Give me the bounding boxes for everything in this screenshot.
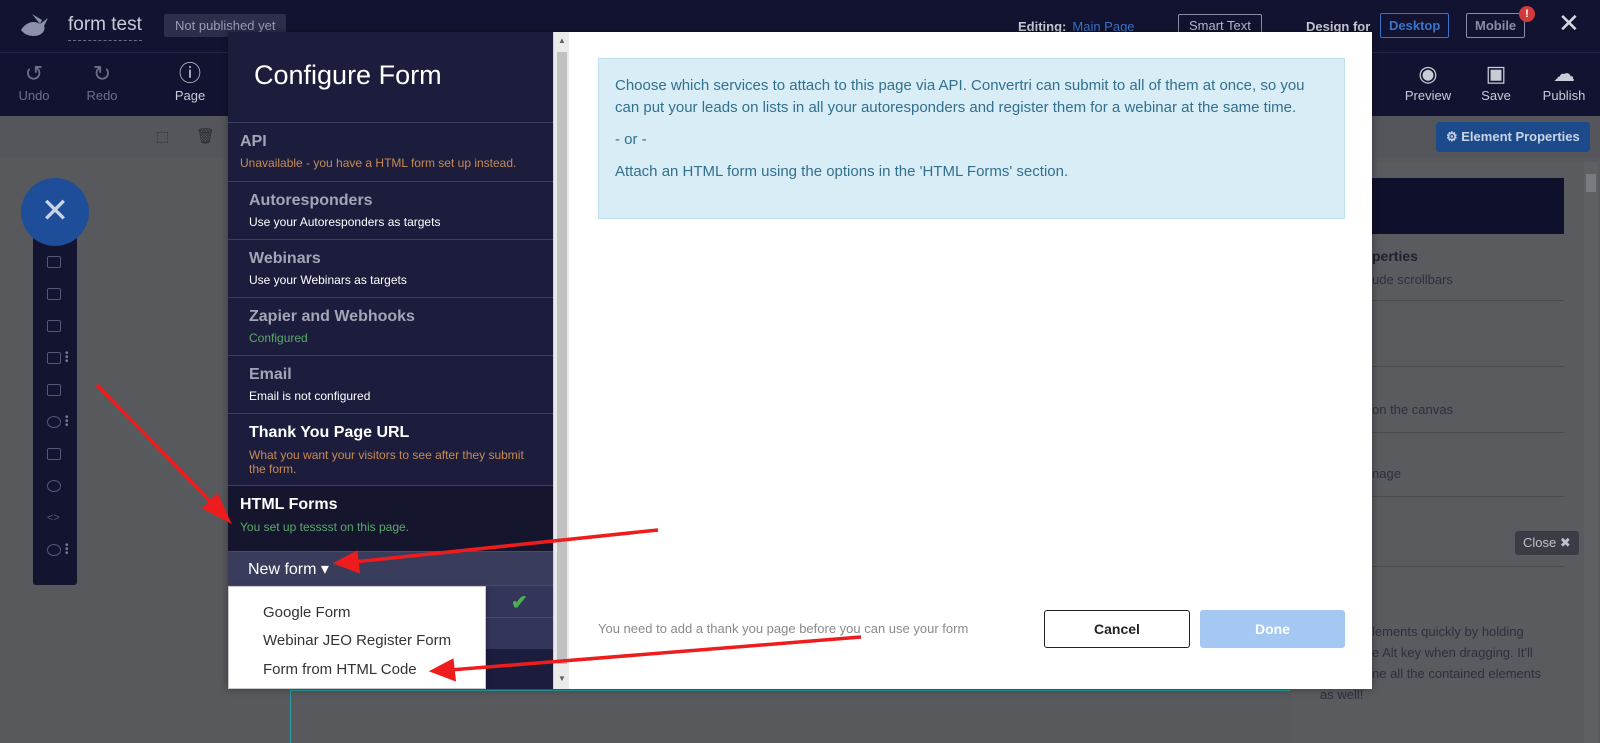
section-title: HTML Forms xyxy=(240,496,338,513)
section-webinars[interactable]: Webinars Use your Webinars as targets xyxy=(228,239,553,297)
footer-warning: You need to add a thank you page before … xyxy=(598,621,969,636)
scroll-up-icon[interactable]: ▲ xyxy=(558,36,566,45)
text-icon[interactable] xyxy=(47,288,61,300)
section-subtitle: What you want your visitors to see after… xyxy=(249,448,524,476)
menu-item-google-form[interactable]: Google Form xyxy=(263,604,351,621)
scrollbar-thumb[interactable] xyxy=(1586,174,1596,192)
deselect-icon[interactable]: ⬚ xyxy=(156,128,169,145)
info-text: Choose which services to attach to this … xyxy=(615,77,1305,116)
tip-line: ne all the contained elements xyxy=(1372,666,1542,681)
form-icon[interactable] xyxy=(47,448,61,460)
close-palette-button[interactable]: ✕ xyxy=(21,178,89,246)
cancel-button[interactable]: Cancel xyxy=(1044,610,1190,648)
mobile-alert-badge: ! xyxy=(1519,6,1535,22)
mobile-toggle[interactable]: Mobile xyxy=(1466,13,1526,38)
section-subtitle: Use your Autoresponders as targets xyxy=(249,215,441,229)
info-or: - or - xyxy=(615,131,647,148)
preview-button[interactable]: ◉ Preview xyxy=(1398,60,1458,103)
tip-line: e Alt key when dragging. It'll xyxy=(1372,645,1533,660)
publish-label: Publish xyxy=(1542,88,1586,103)
divider-icon[interactable] xyxy=(47,544,61,556)
tip-line: lements quickly by holding xyxy=(1372,624,1524,639)
redo-icon: ↻ xyxy=(92,61,112,86)
tip-line: as well! xyxy=(1320,687,1364,702)
info-alert: Choose which services to attach to this … xyxy=(598,58,1345,219)
undo-button[interactable]: ↺ Undo xyxy=(4,60,64,103)
rabbit-logo-icon xyxy=(21,14,48,36)
image-icon[interactable] xyxy=(47,320,61,332)
info-text: Attach an HTML form using the options in… xyxy=(615,163,1069,180)
section-zapier-webhooks[interactable]: Zapier and Webhooks Configured xyxy=(228,297,553,355)
undo-label: Undo xyxy=(18,88,50,103)
properties-subtext: ude scrollbars xyxy=(1372,272,1453,287)
section-subtitle: Email is not configured xyxy=(249,389,371,403)
section-subtitle: Use your Webinars as targets xyxy=(249,273,407,287)
save-label: Save xyxy=(1481,88,1511,103)
close-icon: ✕ xyxy=(40,192,70,230)
redo-label: Redo xyxy=(86,88,118,103)
desktop-toggle[interactable]: Desktop xyxy=(1380,13,1450,38)
section-title: Email xyxy=(249,366,292,383)
video-icon[interactable] xyxy=(47,416,61,428)
page-label: Page xyxy=(174,88,206,103)
close-editor-icon[interactable]: ✕ xyxy=(1558,10,1580,36)
section-title: Webinars xyxy=(249,250,321,267)
modal-title: Configure Form xyxy=(254,60,442,90)
canvas-guide xyxy=(290,690,291,743)
canvas-guide xyxy=(290,690,1290,691)
cloud-upload-icon: ☁ xyxy=(1553,61,1575,86)
canvas-hint: on the canvas xyxy=(1372,402,1453,417)
section-subtitle: Configured xyxy=(249,331,308,345)
floppy-disk-icon: ▣ xyxy=(1485,61,1507,86)
section-title: Thank You Page URL xyxy=(249,424,410,441)
undo-icon: ↺ xyxy=(24,61,44,86)
new-form-menu: Google Form Webinar JEO Register Form Fo… xyxy=(228,586,486,689)
page-settings-button[interactable]: ⓘ Page xyxy=(160,60,220,103)
scroll-down-icon[interactable]: ▼ xyxy=(558,674,566,683)
scrollbar-thumb[interactable] xyxy=(557,52,567,664)
button-icon[interactable] xyxy=(47,384,61,396)
section-icon[interactable] xyxy=(47,256,61,268)
preview-label: Preview xyxy=(1404,88,1452,103)
modal-sidebar-scrollbar[interactable]: ▲ ▼ xyxy=(553,32,569,689)
info-icon: ⓘ xyxy=(178,61,201,86)
checkbox-icon[interactable] xyxy=(47,352,61,364)
redo-button[interactable]: ↻ Redo xyxy=(72,60,132,103)
save-button[interactable]: ▣ Save xyxy=(1466,60,1526,103)
menu-item-webinar-jeo-form[interactable]: Webinar JEO Register Form xyxy=(263,632,451,649)
timer-icon[interactable] xyxy=(47,480,61,492)
properties-scrollbar[interactable] xyxy=(1584,162,1598,743)
more-options-icon[interactable]: • • • xyxy=(65,413,69,431)
annotation-arrow xyxy=(95,383,232,524)
section-subtitle: Unavailable - you have a HTML form set u… xyxy=(240,156,517,170)
section-email[interactable]: Email Email is not configured xyxy=(228,355,553,413)
modal-sidebar: Configure Form API Unavailable - you hav… xyxy=(228,32,553,689)
checkmark-icon: ✔ xyxy=(511,592,528,614)
section-autoresponders[interactable]: Autoresponders Use your Autoresponders a… xyxy=(228,181,553,239)
section-title: Zapier and Webhooks xyxy=(249,308,415,325)
menu-item-form-from-html[interactable]: Form from HTML Code xyxy=(263,661,417,678)
page-title[interactable]: form test xyxy=(68,14,142,41)
element-properties-button[interactable]: ⚙ Element Properties xyxy=(1436,122,1590,152)
section-api[interactable]: API Unavailable - you have a HTML form s… xyxy=(228,122,553,181)
new-form-row: New form ▾ xyxy=(228,551,553,585)
done-button[interactable]: Done xyxy=(1200,610,1345,648)
code-icon[interactable]: <> xyxy=(47,512,61,524)
tip-close-button[interactable]: Close ✖ xyxy=(1515,531,1579,555)
properties-heading: perties xyxy=(1372,248,1418,264)
section-subtitle: You set up tesssst on this page. xyxy=(240,520,410,534)
more-options-icon[interactable]: • • • xyxy=(65,349,69,367)
configure-form-modal: Configure Form API Unavailable - you hav… xyxy=(228,32,1372,689)
section-title: Autoresponders xyxy=(249,192,373,209)
new-form-dropdown[interactable]: New form ▾ xyxy=(248,559,329,579)
more-options-icon[interactable]: • • • xyxy=(65,541,69,559)
image-hint: nage xyxy=(1372,466,1401,481)
section-title: API xyxy=(240,133,267,150)
section-thank-you-url[interactable]: Thank You Page URL What you want your vi… xyxy=(228,413,553,485)
trash-icon[interactable]: 🗑 xyxy=(196,127,215,145)
publish-button[interactable]: ☁ Publish xyxy=(1534,60,1594,103)
eye-icon: ◉ xyxy=(1418,61,1438,86)
section-html-forms[interactable]: HTML Forms You set up tesssst on this pa… xyxy=(228,485,553,551)
